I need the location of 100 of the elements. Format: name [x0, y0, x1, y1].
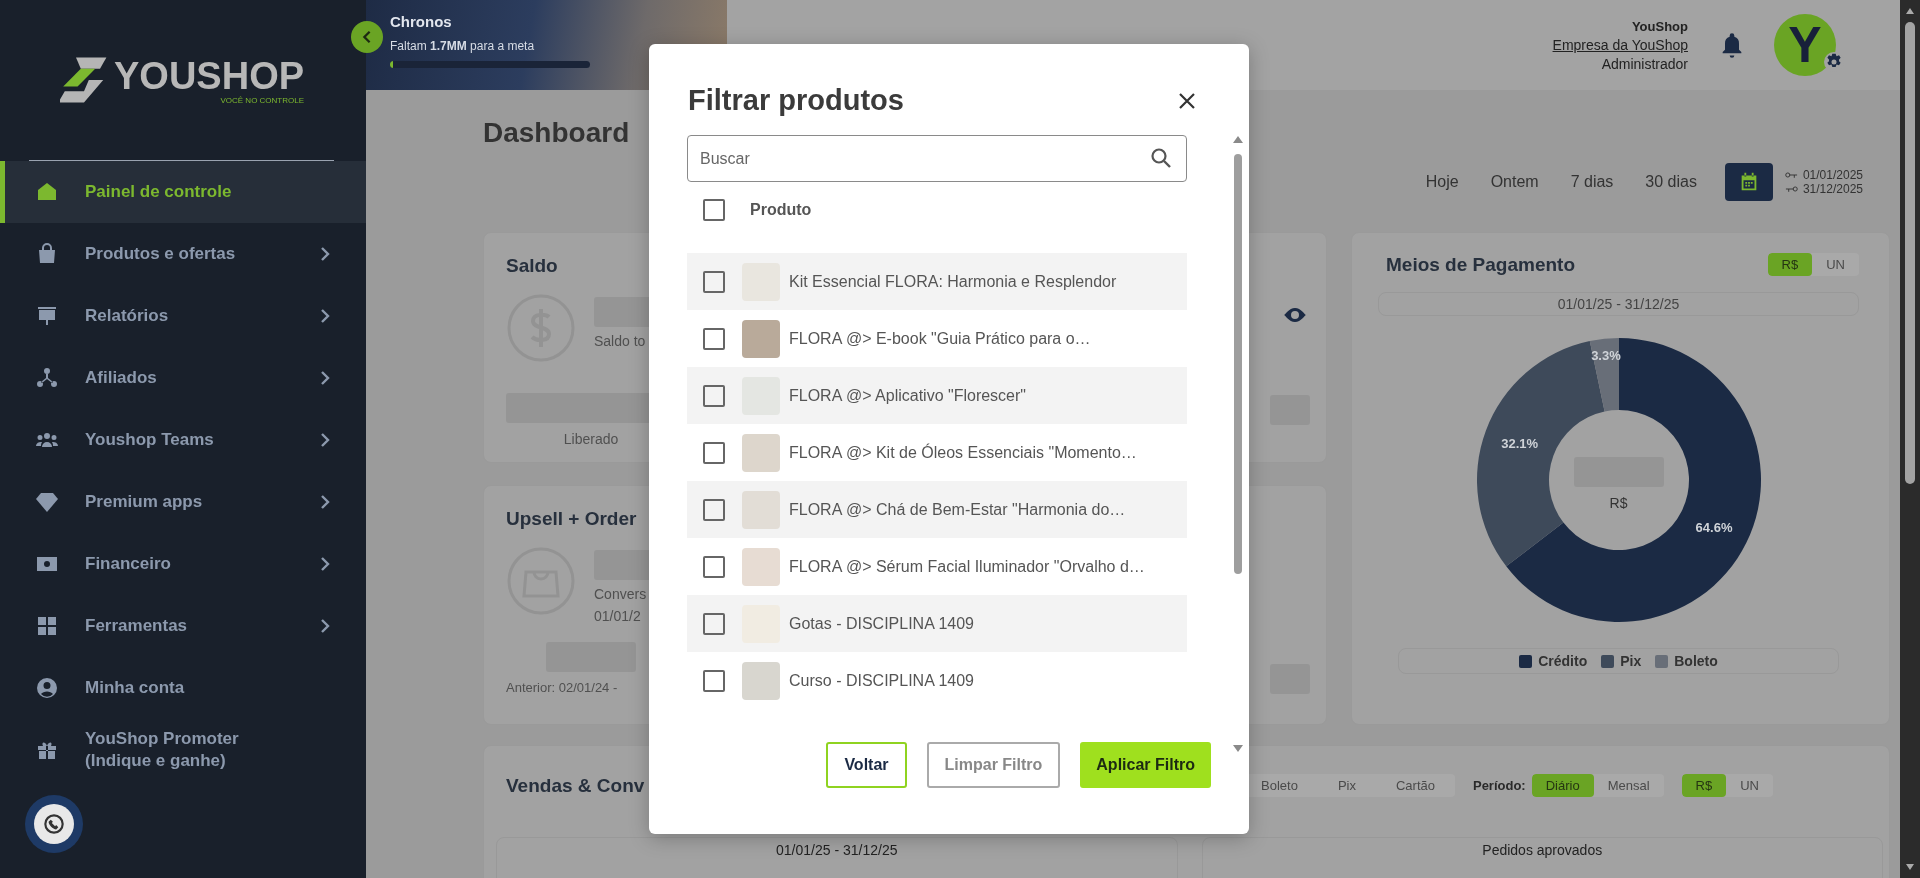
- product-name: FLORA @> Sérum Facial Iluminador "Orvalho d…: [789, 557, 1145, 576]
- date-range-label: 01/01/25 - 31/12/25: [1378, 292, 1859, 316]
- released-label: Liberado: [563, 431, 619, 447]
- dialog-title: Filtrar produtos: [688, 84, 904, 117]
- dialog-button[interactable]: Limpar Filtro: [926, 742, 1061, 788]
- donut-center-label: R$: [1609, 495, 1628, 511]
- product-name: FLORA @> Chá de Bem-Estar "Harmonia do…: [789, 500, 1126, 519]
- unit-toggle-option[interactable]: R$: [1681, 774, 1727, 797]
- dialog-button[interactable]: Voltar: [826, 742, 907, 788]
- product-row[interactable]: Gotas - DISCIPLINA 1409: [687, 595, 1187, 652]
- period-label: 01/01/2: [594, 608, 642, 624]
- payment-method-filter[interactable]: Pix: [1317, 774, 1376, 797]
- product-checkbox[interactable]: [703, 669, 725, 692]
- product-row[interactable]: Kit Essencial FLORA: Harmonia e Resplendor: [687, 253, 1187, 310]
- user-role: Administrador: [1601, 55, 1688, 72]
- product-name: Gotas - DISCIPLINA 1409: [789, 614, 974, 633]
- period-filter-tab[interactable]: 7 dias: [1556, 167, 1628, 197]
- card-title: Meios de Pagamento: [1386, 253, 1575, 276]
- product-name: FLORA @> Aplicativo "Florescer": [789, 386, 1026, 405]
- product-row[interactable]: Curso - DISCIPLINA 1409: [687, 652, 1187, 709]
- period-filter-tab[interactable]: Hoje: [1411, 167, 1473, 197]
- legend-label: Boleto: [1674, 653, 1718, 669]
- end-date: 31/12/2025: [1802, 182, 1863, 196]
- card-title: Saldo: [506, 255, 558, 277]
- product-thumbnail: [742, 661, 780, 700]
- chevron-left-icon: [362, 30, 372, 44]
- product-thumbnail: [742, 433, 780, 472]
- unit-toggle-option[interactable]: R$: [1767, 253, 1813, 276]
- unit-toggle-option[interactable]: UN: [1812, 253, 1859, 276]
- total-balance-label: Saldo to: [594, 333, 647, 349]
- period-label: Período:: [1472, 778, 1526, 793]
- product-thumbnail: [742, 490, 780, 529]
- product-name: Kit Essencial FLORA: Harmonia e Resplendor: [789, 272, 1117, 291]
- logo-mark-icon: [60, 56, 108, 104]
- sidebar-item[interactable]: Minha conta: [0, 657, 366, 719]
- diamond-icon: [35, 490, 59, 514]
- product-checkbox[interactable]: [703, 441, 725, 464]
- product-name: Curso - DISCIPLINA 1409: [789, 671, 974, 690]
- sidebar-item[interactable]: YouShop Promoter (Indique e ganhe): [0, 719, 366, 781]
- phone-bubble-icon: [41, 811, 67, 837]
- product-name: FLORA @> Kit de Óleos Essenciais "Momento…: [789, 443, 1137, 462]
- card-title: Upsell + Order: [506, 508, 637, 530]
- sidebar-item[interactable]: Ferramentas: [0, 595, 366, 657]
- period-toggle-option[interactable]: Diário: [1531, 774, 1594, 797]
- eye-icon[interactable]: [1283, 307, 1307, 323]
- product-checkbox[interactable]: [703, 327, 725, 350]
- slice-value-label: 64.6%: [1695, 519, 1732, 535]
- date-range-label: 01/01/25 - 31/12/25: [776, 842, 898, 858]
- product-row[interactable]: FLORA @> E-book "Guia Prático para o…: [687, 310, 1187, 367]
- banner-subtitle: Faltam 1.7MM para a meta: [390, 39, 536, 53]
- payment-method-filter[interactable]: Cartão: [1375, 774, 1455, 797]
- sidebar-item[interactable]: Afiliados: [0, 347, 366, 409]
- sidebar-item[interactable]: Youshop Teams: [0, 409, 366, 471]
- period-toggle-option[interactable]: Mensal: [1593, 774, 1664, 797]
- product-checkbox[interactable]: [703, 384, 725, 407]
- select-all-checkbox[interactable]: [703, 199, 725, 221]
- page-scrollbar[interactable]: [1900, 0, 1920, 878]
- column-header: Produto: [750, 201, 812, 219]
- dialog-button[interactable]: Aplicar Filtro: [1080, 742, 1211, 788]
- panel-title: Pedidos aprovados: [1482, 842, 1603, 858]
- product-row[interactable]: FLORA @> Sérum Facial Iluminador "Orvalho d…: [687, 538, 1187, 595]
- product-checkbox[interactable]: [703, 555, 725, 578]
- payment-method-filter[interactable]: Boleto: [1241, 774, 1318, 797]
- product-row[interactable]: FLORA @> Kit de Óleos Essenciais "Momento…: [687, 424, 1187, 481]
- calendar-button[interactable]: [1724, 163, 1773, 201]
- company-link[interactable]: Empresa da YouShop: [1552, 36, 1688, 53]
- banner-title: Chronos: [390, 13, 453, 30]
- product-name: FLORA @> E-book "Guia Prático para o…: [789, 329, 1091, 348]
- sidebar-item[interactable]: Painel de controle: [0, 161, 366, 223]
- unit-toggle-option[interactable]: UN: [1726, 774, 1773, 797]
- presentation-board-icon: [35, 304, 59, 328]
- product-checkbox[interactable]: [703, 270, 725, 293]
- start-date: 01/01/2025: [1802, 168, 1863, 182]
- slice-value-label: 32.1%: [1500, 436, 1538, 452]
- user-avatar[interactable]: Y: [1774, 14, 1836, 76]
- range-end-icon: [1784, 185, 1798, 193]
- sidebar-item[interactable]: Premium apps: [0, 471, 366, 533]
- product-checkbox[interactable]: [703, 612, 725, 635]
- legend-label: Crédito: [1538, 653, 1588, 669]
- product-row[interactable]: FLORA @> Chá de Bem-Estar "Harmonia do…: [687, 481, 1187, 538]
- search-field[interactable]: Buscar: [687, 135, 1187, 182]
- period-filter-tab[interactable]: Ontem: [1476, 167, 1553, 197]
- product-checkbox[interactable]: [703, 498, 725, 521]
- sidebar-item[interactable]: Relatórios: [0, 285, 366, 347]
- period-filter-tab[interactable]: 30 dias: [1631, 167, 1711, 197]
- page-title: Dashboard: [483, 117, 630, 149]
- grid-icon: [35, 614, 59, 638]
- conversion-label: Convers: [594, 586, 648, 602]
- logo-wordmark: YOUSHOP: [114, 55, 305, 96]
- range-start-icon: [1784, 171, 1798, 179]
- product-thumbnail: [742, 319, 780, 358]
- list-scrollbar[interactable]: [1231, 134, 1245, 754]
- product-row[interactable]: FLORA @> Aplicativo "Florescer": [687, 367, 1187, 424]
- nodes-icon: [35, 366, 59, 390]
- legend-label: Pix: [1620, 653, 1642, 669]
- sidebar-item[interactable]: Financeiro: [0, 533, 366, 595]
- previous-period-label: Anterior: 02/01/24 -: [506, 680, 618, 695]
- user-name: YouShop: [1631, 18, 1688, 34]
- sidebar-item[interactable]: Produtos e ofertas: [0, 223, 366, 285]
- product-thumbnail: [742, 547, 780, 586]
